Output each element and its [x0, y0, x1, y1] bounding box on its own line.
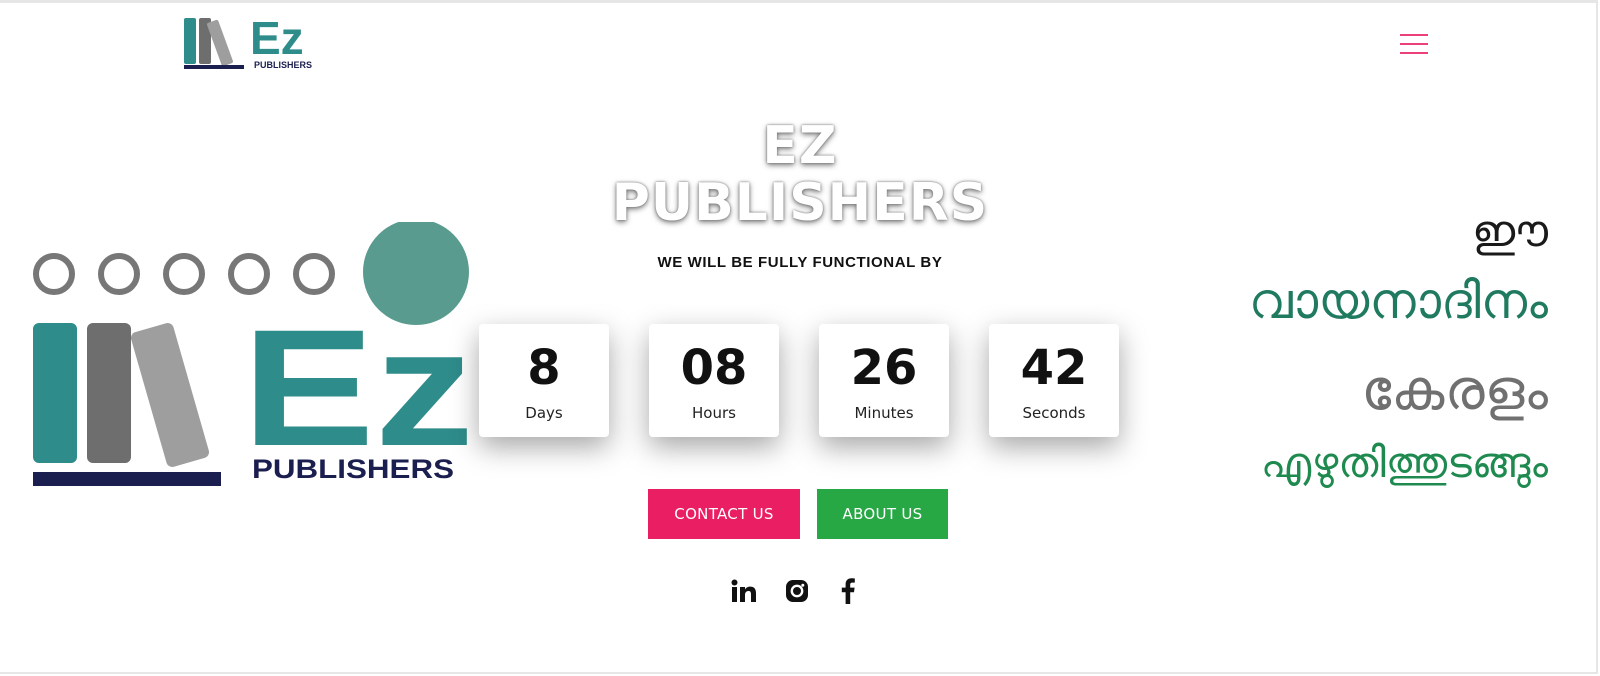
countdown-value: 08 — [680, 340, 748, 396]
linkedin-icon[interactable] — [730, 576, 758, 606]
countdown-seconds: 42 Seconds — [989, 324, 1119, 437]
tagline: WE WILL BE FULLY FUNCTIONAL BY — [657, 254, 943, 271]
countdown-value: 8 — [527, 340, 561, 396]
hero-logo: Ez PUBLISHERS — [30, 219, 474, 492]
hero-title-line2: PUBLISHERS — [611, 173, 989, 234]
instagram-icon[interactable] — [784, 576, 810, 606]
countdown-label: Days — [525, 404, 563, 422]
countdown-value: 26 — [850, 340, 918, 396]
countdown-minutes: 26 Minutes — [819, 324, 949, 437]
dot-ring-icon — [98, 253, 140, 295]
header-logo-text: Ez — [250, 16, 304, 64]
header-logo-graphic: Ez PUBLISHERS — [184, 12, 312, 70]
dot-ring-icon — [33, 253, 75, 295]
slogan-line-4: എഴുതിത്തുടങ്ങും — [1260, 438, 1548, 487]
slogan-line-3: കേരളം — [1361, 358, 1548, 423]
dot-ring-icon — [228, 253, 270, 295]
dot-ring-icon — [163, 253, 205, 295]
slogan-line-1: ഈ — [1471, 206, 1548, 257]
hero-logo-graphic: Ez PUBLISHERS — [33, 219, 474, 486]
countdown-label: Minutes — [854, 404, 914, 422]
hero-title-line1: EZ — [762, 116, 838, 176]
countdown-label: Seconds — [1022, 404, 1086, 422]
countdown-days: 8 Days — [479, 324, 609, 437]
countdown-hours: 08 Hours — [649, 324, 779, 437]
contact-us-button[interactable]: CONTACT US — [648, 489, 800, 539]
countdown-value: 42 — [1020, 340, 1088, 396]
header-logo[interactable]: Ez PUBLISHERS — [184, 12, 324, 72]
hero-title: EZ PUBLISHERS — [540, 116, 1060, 234]
header-logo-subtext: PUBLISHERS — [254, 60, 312, 70]
dot-ring-icon — [293, 253, 335, 295]
slogan-line-2: വായനാദിനം — [1248, 272, 1548, 330]
facebook-icon[interactable] — [838, 576, 858, 606]
hero-logo-subtext: PUBLISHERS — [252, 454, 454, 484]
countdown-label: Hours — [692, 404, 736, 422]
about-us-button[interactable]: ABOUT US — [817, 489, 948, 539]
hamburger-icon[interactable] — [1398, 32, 1430, 58]
